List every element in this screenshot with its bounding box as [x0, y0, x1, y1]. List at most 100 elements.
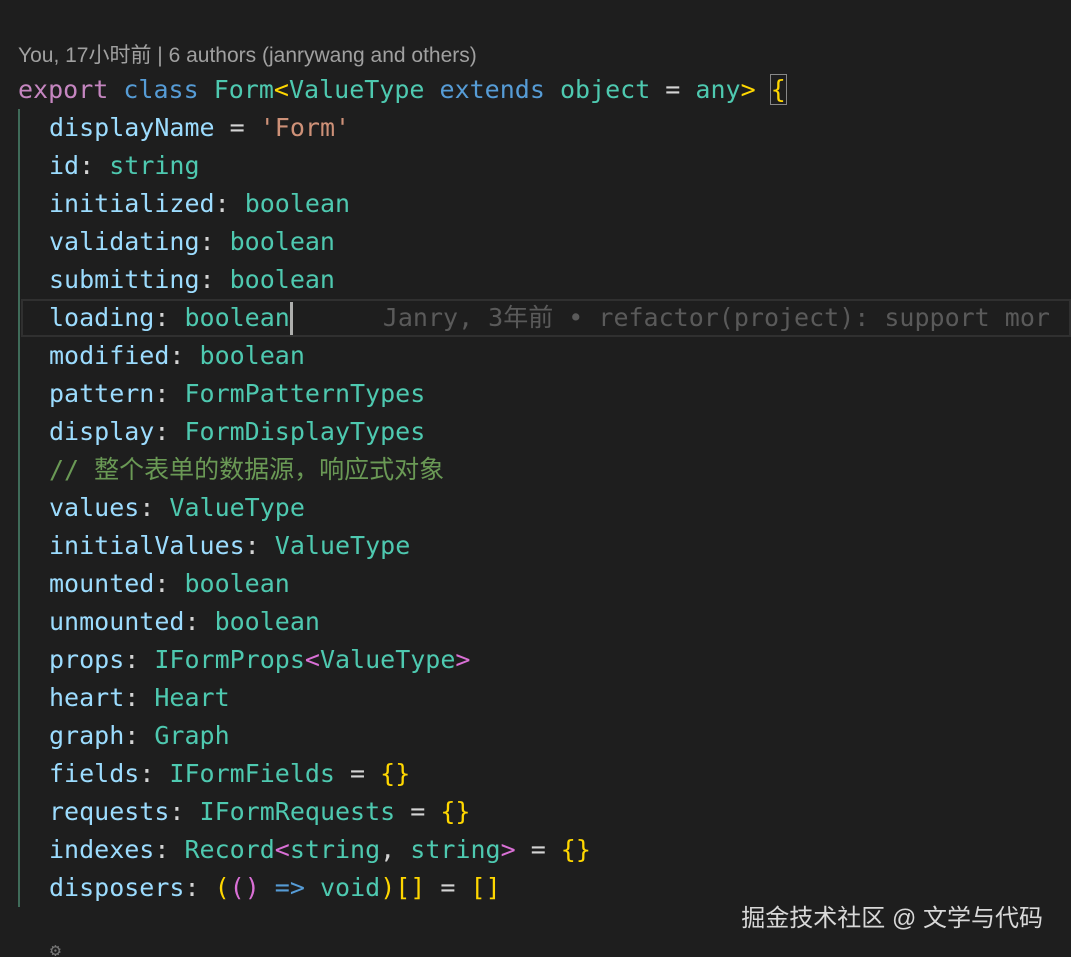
token-array-type: [] [395, 873, 426, 902]
token-type: IFormRequests [199, 797, 396, 826]
token-type: boolean [244, 189, 351, 218]
token-colon: : [199, 227, 230, 256]
token-op: = [214, 113, 260, 142]
code-line-mounted[interactable]: mounted: boolean [18, 565, 1071, 603]
token-keyword-class: class [123, 75, 199, 104]
token-colon: : [79, 151, 110, 180]
token-colon: : [124, 683, 155, 712]
token-colon: : [154, 379, 185, 408]
token-type: Record [184, 835, 275, 864]
code-editor[interactable]: You, 17小时前 | 6 authors (janrywang and ot… [0, 0, 1071, 957]
token-colon: : [154, 417, 185, 446]
token-property: validating [49, 227, 200, 256]
token-colon: : [139, 759, 170, 788]
code-line-displayName[interactable]: displayName = 'Form' [18, 109, 1071, 147]
code-line-fields[interactable]: fields: IFormFields = {} [18, 755, 1071, 793]
token-property: props [49, 645, 125, 674]
token-constraint: object [559, 75, 651, 104]
token-comment: // 整个表单的数据源，响应式对象 [49, 455, 445, 484]
token-property: fields [49, 759, 140, 788]
token-property: values [49, 493, 140, 522]
token-angle-open: < [273, 75, 289, 104]
token-colon: : [154, 835, 185, 864]
token-property: indexes [49, 835, 155, 864]
code-line-modified[interactable]: modified: boolean [18, 337, 1071, 375]
settings-gear-icon[interactable]: ⚙ [50, 944, 74, 957]
token-arrow: => [259, 873, 320, 902]
token-colon: : [214, 189, 245, 218]
token-open-brace: { [769, 74, 787, 105]
token-op: = [395, 797, 441, 826]
token-paren-close: ) [380, 873, 396, 902]
token-type: IFormProps [154, 645, 305, 674]
token-colon: : [124, 721, 155, 750]
token-eq: = [650, 75, 696, 104]
token-property: graph [49, 721, 125, 750]
code-line-pattern[interactable]: pattern: FormPatternTypes [18, 375, 1071, 413]
code-line-comment[interactable]: // 整个表单的数据源，响应式对象 [18, 451, 1071, 489]
token-property: loading [49, 303, 155, 332]
token-class-name: Form [213, 75, 274, 104]
code-line-initialValues[interactable]: initialValues: ValueType [18, 527, 1071, 565]
token-type: FormPatternTypes [184, 379, 426, 408]
token-op: = [335, 759, 381, 788]
code-line-display[interactable]: display: FormDisplayTypes [18, 413, 1071, 451]
token-keyword-export: export [18, 75, 109, 104]
token-colon: : [154, 303, 185, 332]
code-line-values[interactable]: values: ValueType [18, 489, 1071, 527]
token-keyword-extends: extends [439, 75, 545, 104]
token-type: boolean [184, 569, 290, 598]
token-colon: : [184, 873, 215, 902]
token-init: {} [560, 835, 591, 864]
watermark: 掘金技术社区 @ 文学与代码 [741, 905, 1043, 932]
token-angle-close: > [740, 75, 756, 104]
code-lines[interactable]: export class Form<ValueType extends obje… [18, 71, 1071, 907]
token-op: = [425, 873, 471, 902]
token-args: () [229, 873, 260, 902]
token-default-type: any [695, 75, 741, 104]
token-property: mounted [49, 569, 155, 598]
token-colon: : [154, 569, 185, 598]
code-line-loading-current[interactable]: loading: boolean Janry, 3年前 • refactor(pr… [21, 299, 1071, 337]
code-line-requests[interactable]: requests: IFormRequests = {} [18, 793, 1071, 831]
token-type: Graph [154, 721, 230, 750]
token-angle-close: > [455, 645, 471, 674]
token-type: ValueType [274, 531, 411, 560]
token-colon: : [169, 797, 200, 826]
token-type-param: ValueType [288, 75, 425, 104]
code-line-graph[interactable]: graph: Graph [18, 717, 1071, 755]
code-line-validating[interactable]: validating: boolean [18, 223, 1071, 261]
code-line-submitting[interactable]: submitting: boolean [18, 261, 1071, 299]
token-type: string [109, 151, 200, 180]
token-property: requests [49, 797, 170, 826]
code-line-unmounted[interactable]: unmounted: boolean [18, 603, 1071, 641]
code-line-indexes[interactable]: indexes: Record<string, string> = {} [18, 831, 1071, 869]
token-property: initialValues [49, 531, 245, 560]
token-type: ValueType [169, 493, 305, 522]
codelens-blame-summary[interactable]: You, 17小时前 | 6 authors (janrywang and ot… [18, 40, 477, 72]
token-type-arg: ValueType [319, 645, 456, 674]
token-colon: : [199, 265, 230, 294]
token-colon: : [139, 493, 170, 522]
token-type: boolean [184, 303, 290, 332]
token-colon: : [169, 341, 200, 370]
code-line-heart[interactable]: heart: Heart [18, 679, 1071, 717]
code-line-props[interactable]: props: IFormProps<ValueType> [18, 641, 1071, 679]
token-init: {} [440, 797, 471, 826]
token-op: = [515, 835, 561, 864]
code-line-initialized[interactable]: initialized: boolean [18, 185, 1071, 223]
code-line-id[interactable]: id: string [18, 147, 1071, 185]
token-type: boolean [214, 607, 320, 636]
token-type: Heart [154, 683, 230, 712]
token-type-arg: string [289, 835, 381, 864]
token-property: displayName [49, 113, 215, 142]
code-line-class-declaration[interactable]: export class Form<ValueType extends obje… [18, 71, 1071, 109]
token-init: {} [380, 759, 411, 788]
token-angle-close: > [500, 835, 516, 864]
token-colon: : [184, 607, 215, 636]
token-init: [] [470, 873, 501, 902]
token-return-type: void [319, 873, 381, 902]
token-type: boolean [229, 265, 335, 294]
token-sep: , [380, 835, 411, 864]
token-type: boolean [199, 341, 305, 370]
